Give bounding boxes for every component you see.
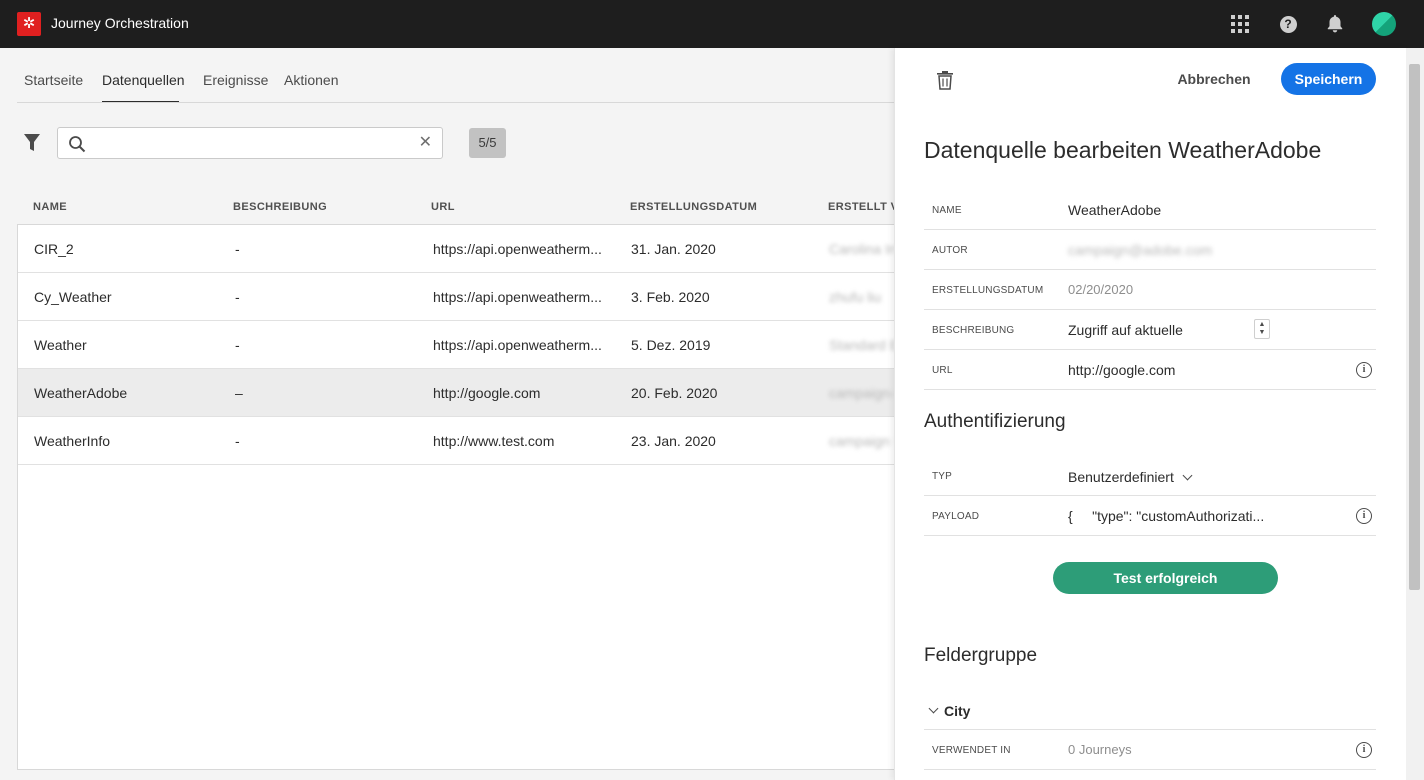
cell-date: 3. Feb. 2020: [631, 289, 710, 305]
data-sources-table: CIR_2 - https://api.openweatherm... 31. …: [17, 224, 895, 770]
field-row-description: BESCHREIBUNG Zugriff auf aktuelle ▲ ▼: [924, 310, 1376, 350]
search-field[interactable]: ✕: [57, 127, 443, 159]
tab-datenquellen[interactable]: Datenquellen: [102, 72, 185, 88]
auth-type-dropdown[interactable]: Benutzerdefiniert: [1068, 469, 1193, 485]
save-button[interactable]: Speichern: [1281, 63, 1376, 95]
search-icon: [68, 135, 86, 153]
field-row-url: URL http://google.com i: [924, 350, 1376, 390]
cell-description: -: [235, 337, 240, 353]
textarea-resize-stepper[interactable]: ▲ ▼: [1254, 319, 1270, 339]
info-icon[interactable]: i: [1356, 742, 1372, 758]
cell-url: https://api.openweatherm...: [433, 289, 602, 305]
field-label: AUTOR: [932, 245, 968, 256]
field-label: BESCHREIBUNG: [932, 325, 1015, 336]
field-group-header[interactable]: City: [924, 690, 1376, 730]
cell-date: 20. Feb. 2020: [631, 385, 718, 401]
field-row-author: AUTOR campaign@adobe.com: [924, 230, 1376, 270]
cell-name: CIR_2: [34, 241, 74, 257]
cell-name: Cy_Weather: [34, 289, 112, 305]
user-avatar[interactable]: [1372, 12, 1396, 36]
cell-author: campaign L: [829, 433, 895, 449]
table-row[interactable]: WeatherInfo - http://www.test.com 23. Ja…: [18, 417, 895, 465]
authentication-section-title: Authentifizierung: [924, 411, 1066, 432]
tab-startseite[interactable]: Startseite: [24, 72, 83, 88]
auth-type-value: Benutzerdefiniert: [1068, 469, 1174, 485]
cell-name: WeatherAdobe: [34, 385, 128, 401]
cell-author: Carolina Inf: [829, 241, 895, 257]
cell-author: campaign-k: [829, 385, 895, 401]
column-header-url[interactable]: URL: [431, 201, 455, 213]
field-row-date: ERSTELLUNGSDATUM 02/20/2020: [924, 270, 1376, 310]
field-label: ERSTELLUNGSDATUM: [932, 285, 1044, 296]
field-row-payload: PAYLOAD { "type": "customAuthorizati... …: [924, 496, 1376, 536]
result-count-badge: 5/5: [469, 128, 506, 158]
cell-name: WeatherInfo: [34, 433, 111, 449]
tab-aktionen[interactable]: Aktionen: [284, 72, 338, 88]
notification-bell-icon[interactable]: [1323, 12, 1347, 36]
cell-date: 5. Dez. 2019: [631, 337, 711, 353]
field-group-name: City: [944, 703, 971, 719]
field-group-section-title: Feldergruppe: [924, 645, 1038, 666]
column-header-created-date[interactable]: ERSTELLUNGSDATUM: [630, 201, 757, 213]
cell-url: https://api.openweatherm...: [433, 337, 602, 353]
tab-ereignisse[interactable]: Ereignisse: [203, 72, 268, 88]
description-field[interactable]: Zugriff auf aktuelle: [1068, 322, 1183, 338]
cell-name: Weather: [34, 337, 87, 353]
panel-title: Datenquelle bearbeiten WeatherAdobe: [924, 137, 1322, 163]
cell-date: 31. Jan. 2020: [631, 241, 716, 257]
payload-field[interactable]: { "type": "customAuthorizati...: [1068, 508, 1264, 524]
cell-url: https://api.openweatherm...: [433, 241, 602, 257]
name-field[interactable]: WeatherAdobe: [1068, 202, 1161, 218]
author-value: campaign@adobe.com: [1068, 242, 1213, 258]
help-icon[interactable]: ?: [1276, 12, 1300, 36]
adobe-logo-icon[interactable]: ✲: [17, 12, 41, 36]
table-row[interactable]: CIR_2 - https://api.openweatherm... 31. …: [18, 225, 895, 273]
cell-url: http://google.com: [433, 385, 541, 401]
cell-description: -: [235, 433, 240, 449]
table-row[interactable]: Cy_Weather - https://api.openweatherm...…: [18, 273, 895, 321]
chevron-down-icon[interactable]: [928, 703, 939, 714]
cell-url: http://www.test.com: [433, 433, 555, 449]
top-bar: ✲ Journey Orchestration ?: [0, 0, 1424, 48]
panel-scrollbar-thumb[interactable]: [1409, 64, 1420, 590]
column-header-name[interactable]: NAME: [33, 201, 67, 213]
field-row-name: NAME WeatherAdobe: [924, 190, 1376, 230]
divider: [17, 102, 894, 103]
filter-icon[interactable]: [24, 134, 40, 152]
field-row-auth-type: TYP Benutzerdefiniert: [924, 456, 1376, 496]
cell-description: -: [235, 241, 240, 257]
chevron-down-icon: [1182, 470, 1193, 481]
url-field[interactable]: http://google.com: [1068, 362, 1175, 378]
cell-author: Standard Be: [829, 337, 895, 353]
field-label: NAME: [932, 205, 962, 216]
field-row-used-in: VERWENDET IN 0 Journeys i: [924, 730, 1376, 770]
table-row-selected[interactable]: WeatherAdobe – http://google.com 20. Feb…: [18, 369, 895, 417]
cell-description: -: [235, 289, 240, 305]
cell-description: –: [235, 385, 243, 401]
cell-date: 23. Jan. 2020: [631, 433, 716, 449]
test-connection-button[interactable]: Test erfolgreich: [1053, 562, 1278, 594]
cell-author: zhufu liu: [829, 289, 882, 305]
column-header-description[interactable]: BESCHREIBUNG: [233, 201, 327, 213]
used-in-value: 0 Journeys: [1068, 742, 1132, 757]
created-date-value: 02/20/2020: [1068, 282, 1134, 297]
clear-search-icon[interactable]: ✕: [419, 134, 432, 152]
apps-grid-icon[interactable]: [1228, 12, 1252, 36]
field-label: URL: [932, 365, 953, 376]
field-label: TYP: [932, 471, 953, 482]
info-icon[interactable]: i: [1356, 508, 1372, 524]
app-title[interactable]: Journey Orchestration: [51, 15, 189, 31]
main-tabs: Startseite Datenquellen Ereignisse Aktio…: [0, 48, 894, 104]
cancel-button[interactable]: Abbrechen: [1168, 66, 1260, 92]
search-input[interactable]: [94, 132, 414, 154]
field-label: VERWENDET IN: [932, 745, 1011, 756]
field-label: PAYLOAD: [932, 511, 980, 522]
delete-trash-icon[interactable]: [936, 70, 954, 90]
info-icon[interactable]: i: [1356, 362, 1372, 378]
table-row[interactable]: Weather - https://api.openweatherm... 5.…: [18, 321, 895, 369]
